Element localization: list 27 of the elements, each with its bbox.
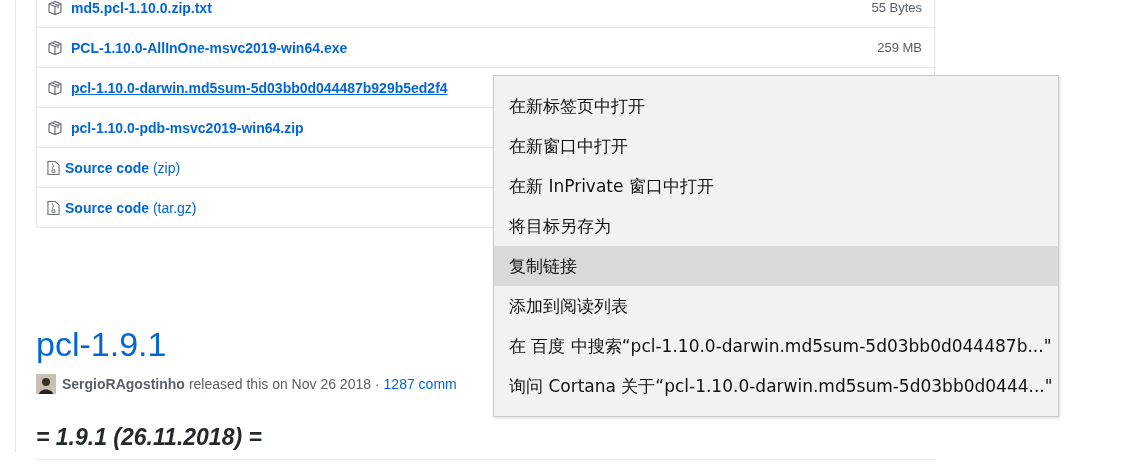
- package-icon: [47, 39, 63, 56]
- menu-item[interactable]: 在 百度 中搜索“pcl-1.10.0-darwin.md5sum-5d03bb0d044487b...": [494, 326, 1058, 366]
- source-code-link[interactable]: Source code (tar.gz): [65, 199, 197, 216]
- menu-item[interactable]: 在新 InPrivate 窗口中打开: [494, 166, 1058, 206]
- release-info: released this on Nov 26 2018 ·: [188, 376, 380, 392]
- menu-item[interactable]: 将目标另存为: [494, 206, 1058, 246]
- menu-item[interactable]: 在新标签页中打开: [494, 86, 1058, 126]
- package-icon: [47, 79, 63, 96]
- file-size: 55 Bytes: [871, 0, 922, 15]
- menu-item[interactable]: 添加到阅读列表: [494, 286, 1058, 326]
- release-heading: = 1.9.1 (26.11.2018) =: [36, 424, 936, 460]
- menu-item[interactable]: 复制链接: [494, 246, 1058, 286]
- zip-file-icon: [47, 199, 60, 216]
- zip-file-icon: [47, 159, 60, 176]
- avatar-icon: [36, 374, 56, 394]
- asset-link[interactable]: PCL-1.10.0-AllInOne-msvc2019-win64.exe: [71, 39, 348, 56]
- asset-link[interactable]: pcl-1.10.0-darwin.md5sum-5d03bb0d044487b929b5ed2f4: [71, 79, 448, 96]
- package-icon: [47, 119, 63, 136]
- menu-item[interactable]: 询问 Cortana 关于“pcl-1.10.0-darwin.md5sum-5d03bb0d0444...": [494, 366, 1058, 406]
- asset-link[interactable]: pcl-1.10.0-pdb-msvc2019-win64.zip: [71, 119, 304, 136]
- package-icon: [47, 0, 63, 16]
- file-size: 259 MB: [877, 40, 922, 55]
- menu-item[interactable]: 在新窗口中打开: [494, 126, 1058, 166]
- author-link[interactable]: SergioRAgostinho: [62, 376, 185, 392]
- source-code-link[interactable]: Source code (zip): [65, 159, 181, 176]
- commits-link[interactable]: 1287 comm: [383, 376, 457, 392]
- asset-link[interactable]: md5.pcl-1.10.0.zip.txt: [71, 0, 212, 16]
